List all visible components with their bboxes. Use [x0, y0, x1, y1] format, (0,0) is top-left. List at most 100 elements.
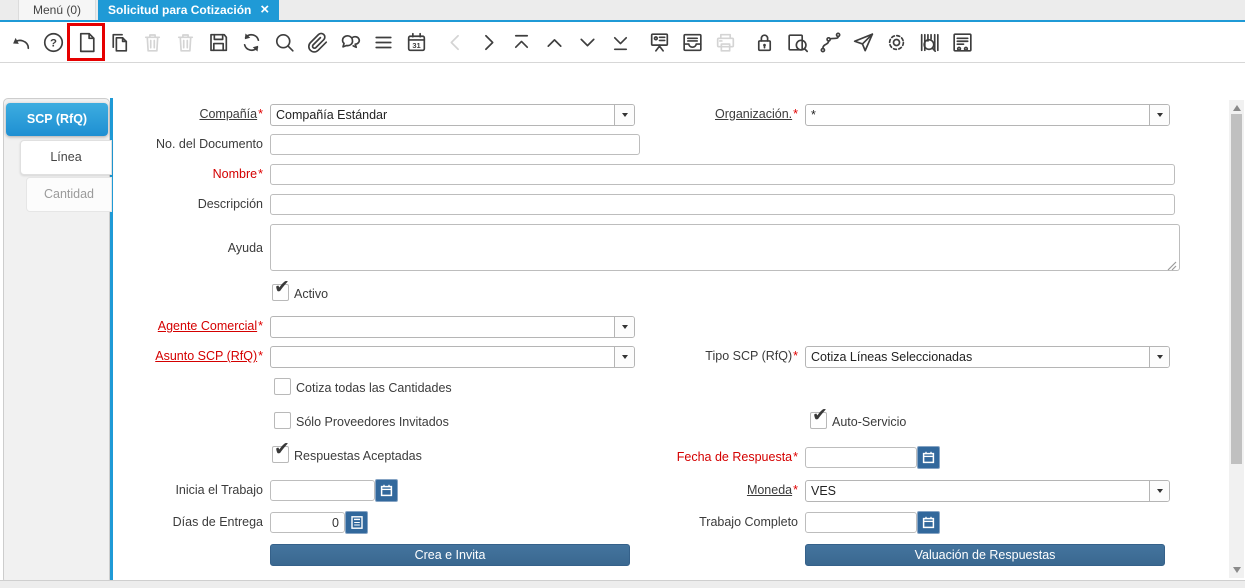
- solo-proveedores-checkbox[interactable]: [274, 412, 291, 429]
- trabajo-completo-calendar-button[interactable]: [917, 511, 940, 534]
- resize-handle-icon[interactable]: [1167, 258, 1177, 276]
- scroll-up-icon[interactable]: [1232, 105, 1241, 111]
- tipo-scp-value: Cotiza Líneas Seleccionadas: [811, 350, 973, 364]
- help-icon[interactable]: ?: [40, 29, 66, 55]
- delete-selection-icon: [172, 29, 198, 55]
- compania-value: Compañía Estándar: [276, 108, 388, 122]
- chevron-down-icon[interactable]: [614, 105, 634, 125]
- auto-servicio-label: Auto-Servicio: [832, 415, 907, 429]
- zoom-across-icon[interactable]: [784, 29, 810, 55]
- activo-label: Activo: [294, 287, 329, 301]
- archive-icon[interactable]: [679, 29, 705, 55]
- auto-servicio-checkbox[interactable]: ✔: [810, 405, 828, 429]
- organizacion-label: Organización.*: [715, 107, 798, 121]
- inicia-trabajo-calendar-button[interactable]: [375, 479, 398, 502]
- crea-e-invita-button[interactable]: Crea e Invita: [270, 544, 630, 566]
- sidebar-tab-cantidad[interactable]: Cantidad: [26, 177, 112, 212]
- previous-record-icon: [442, 29, 468, 55]
- organizacion-value: *: [811, 108, 816, 122]
- send-mail-icon[interactable]: [850, 29, 876, 55]
- tab-label: Solicitud para Cotización: [108, 3, 252, 17]
- vertical-scrollbar[interactable]: [1229, 100, 1244, 578]
- detail-record-icon[interactable]: [574, 29, 600, 55]
- ayuda-textarea[interactable]: [270, 224, 1180, 271]
- save-icon[interactable]: [205, 29, 231, 55]
- cotiza-todas-label: Cotiza todas las Cantidades: [296, 381, 452, 395]
- find-icon[interactable]: [271, 29, 297, 55]
- scrollbar-thumb[interactable]: [1231, 114, 1242, 464]
- check-icon: ✔: [274, 439, 290, 460]
- report-icon[interactable]: [949, 29, 975, 55]
- nombre-label: Nombre*: [212, 167, 263, 181]
- fecha-respuesta-input[interactable]: [805, 447, 917, 468]
- moneda-value: VES: [811, 484, 837, 498]
- check-icon: ✔: [812, 405, 828, 426]
- toolbar: ? 31: [0, 22, 1245, 63]
- requery-icon[interactable]: [238, 29, 264, 55]
- respuestas-aceptadas-checkbox[interactable]: ✔: [272, 439, 290, 463]
- chevron-down-icon[interactable]: [614, 347, 634, 367]
- organizacion-combobox[interactable]: *: [805, 104, 1170, 126]
- horizontal-scrollbar-track[interactable]: [0, 580, 1245, 588]
- fecha-respuesta-calendar-button[interactable]: [917, 446, 940, 469]
- private-lock-icon[interactable]: [751, 29, 777, 55]
- dias-entrega-input[interactable]: [270, 512, 345, 533]
- form-icon[interactable]: [646, 29, 672, 55]
- last-record-icon[interactable]: [607, 29, 633, 55]
- agente-comercial-value: [271, 317, 614, 337]
- dias-entrega-calculator-button[interactable]: [345, 511, 368, 534]
- check-icon: ✔: [274, 277, 290, 298]
- preferences-icon[interactable]: [883, 29, 909, 55]
- grid-toggle-icon[interactable]: [370, 29, 396, 55]
- parent-record-icon[interactable]: [541, 29, 567, 55]
- scroll-down-icon[interactable]: [1232, 567, 1241, 573]
- chevron-down-icon[interactable]: [1149, 481, 1169, 501]
- valuacion-respuestas-button[interactable]: Valuación de Respuestas: [805, 544, 1165, 566]
- asunto-scp-value: [271, 347, 614, 367]
- calendar-icon[interactable]: 31: [403, 29, 429, 55]
- compania-label: Compañía*: [199, 107, 263, 121]
- trabajo-completo-input[interactable]: [805, 512, 917, 533]
- window-tabbar: Menú (0) Solicitud para Cotización ×: [0, 0, 1245, 20]
- cotiza-todas-checkbox[interactable]: [274, 378, 291, 395]
- chat-icon[interactable]: [337, 29, 363, 55]
- calendar-icon: [922, 451, 935, 464]
- tab-solicitud-cotizacion[interactable]: Solicitud para Cotización ×: [98, 0, 280, 20]
- calendar-icon: [922, 516, 935, 529]
- no-documento-input[interactable]: [270, 134, 640, 155]
- inicia-trabajo-label: Inicia el Trabajo: [175, 483, 263, 497]
- nombre-input[interactable]: [270, 164, 1175, 185]
- product-info-icon[interactable]: [916, 29, 942, 55]
- new-record-icon[interactable]: [67, 23, 105, 61]
- calculator-icon: [350, 516, 363, 529]
- sidebar-tab-linea[interactable]: Línea: [20, 140, 112, 175]
- first-record-icon[interactable]: [508, 29, 534, 55]
- sidebar-tab-scp-rfq[interactable]: SCP (RfQ): [6, 103, 108, 136]
- undo-icon[interactable]: [7, 29, 33, 55]
- workflow-icon[interactable]: [817, 29, 843, 55]
- moneda-combobox[interactable]: VES: [805, 480, 1170, 502]
- chevron-down-icon[interactable]: [1149, 347, 1169, 367]
- asunto-scp-combobox[interactable]: [270, 346, 635, 368]
- agente-comercial-label: Agente Comercial*: [157, 319, 263, 333]
- svg-text:?: ?: [50, 37, 57, 49]
- descripcion-input[interactable]: [270, 194, 1175, 215]
- delete-record-icon: [139, 29, 165, 55]
- chevron-down-icon[interactable]: [1149, 105, 1169, 125]
- tab-menu[interactable]: Menú (0): [18, 0, 97, 20]
- copy-record-icon[interactable]: [106, 29, 132, 55]
- moneda-label: Moneda*: [746, 483, 798, 497]
- inicia-trabajo-input[interactable]: [270, 480, 375, 501]
- calendar-icon: [380, 484, 393, 497]
- next-record-icon[interactable]: [475, 29, 501, 55]
- agente-comercial-combobox[interactable]: [270, 316, 635, 338]
- chevron-down-icon[interactable]: [614, 317, 634, 337]
- solo-proveedores-label: Sólo Proveedores Invitados: [296, 415, 449, 429]
- dias-entrega-label: Días de Entrega: [172, 515, 263, 529]
- activo-checkbox[interactable]: ✔: [272, 277, 290, 301]
- tipo-scp-combobox[interactable]: Cotiza Líneas Seleccionadas: [805, 346, 1170, 368]
- compania-combobox[interactable]: Compañía Estándar: [270, 104, 635, 126]
- rfq-window: Menú (0) Solicitud para Cotización × ? 3…: [0, 0, 1245, 588]
- attachment-icon[interactable]: [304, 29, 330, 55]
- close-tab-icon[interactable]: ×: [260, 1, 269, 19]
